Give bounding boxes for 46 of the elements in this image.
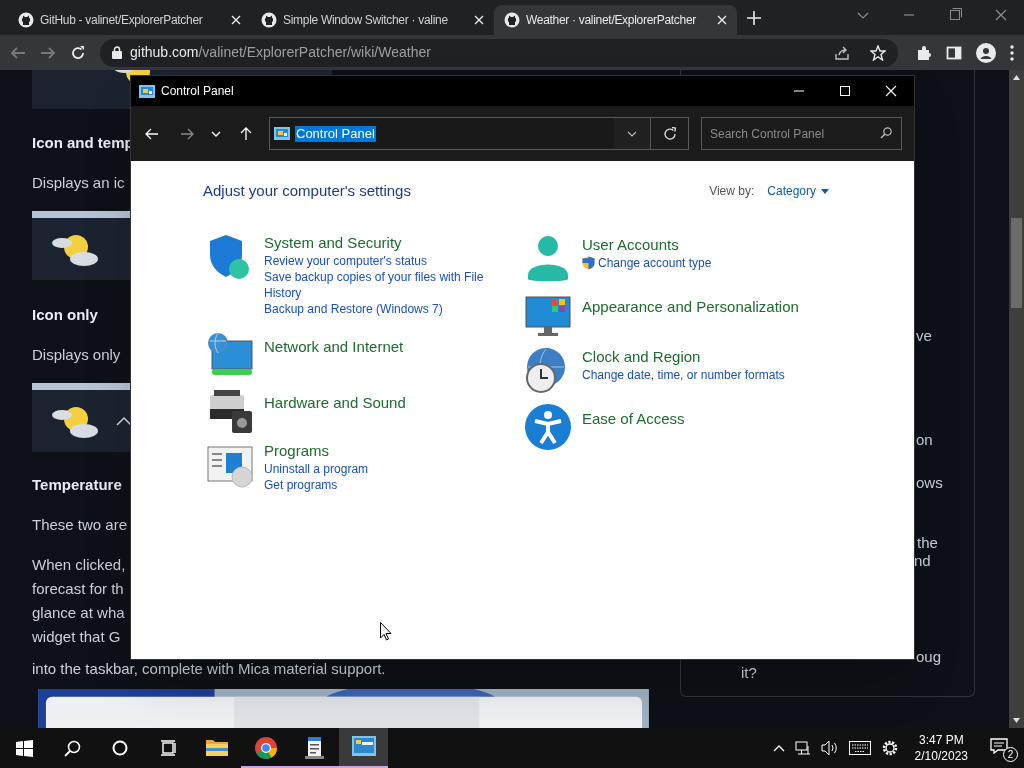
browser-tab[interactable]: Weather · valinet/ExplorerPatcher xyxy=(494,5,737,35)
paragraph-text: the xyxy=(917,533,938,553)
paragraph-text: oug xyxy=(916,647,942,667)
paragraph-text: on xyxy=(916,430,933,450)
page-heading: Adjust your computer's settings xyxy=(203,181,411,201)
task-link[interactable]: Get programs xyxy=(264,477,338,493)
window-title: Control Panel xyxy=(161,83,234,100)
address-field[interactable]: Control Panel xyxy=(269,117,651,150)
search-field[interactable]: Search Control Panel xyxy=(701,117,902,150)
paragraph-text: Displays an ic xyxy=(32,173,125,194)
paragraph-text: it? xyxy=(741,663,757,683)
category-link[interactable]: Appearance and Personalization xyxy=(582,297,799,317)
paragraph-text: Displays only xyxy=(32,345,121,365)
task-link[interactable]: Save backup copies of your files with File History xyxy=(264,269,514,301)
section-heading: Temperature xyxy=(32,474,122,495)
paragraph-text: These two are xyxy=(32,514,128,535)
tab-title: Simple Window Switcher · valine xyxy=(283,12,449,29)
address-bar[interactable]: github.com/valinet/ExplorerPatcher/wiki/Weather xyxy=(100,38,898,67)
notification-count: 2 xyxy=(1003,747,1018,762)
section-heading: Icon only xyxy=(32,305,98,325)
task-link[interactable]: Review your computer's status xyxy=(264,253,428,269)
task-link[interactable]: Backup and Restore (Windows 7) xyxy=(264,301,443,317)
paragraph-text: When clicked, forecast for th glance at wha widget that G into the taskbar, complete with Mica material support. xyxy=(32,554,386,679)
tab-title: Weather · valinet/ExplorerPatcher xyxy=(526,12,697,29)
category-link[interactable]: User Accounts xyxy=(582,235,712,255)
paragraph-text: ve xyxy=(916,326,932,346)
view-by-label: View by: xyxy=(709,183,755,200)
task-link[interactable]: Uninstall a program xyxy=(264,461,369,477)
url-text: github.com/valinet/ExplorerPatcher/wiki/Weather xyxy=(130,43,431,62)
task-link[interactable]: Change account type xyxy=(598,255,712,271)
browser-tab[interactable]: Simple Window Switcher · valine xyxy=(251,5,494,35)
browser-tab[interactable]: GitHub - valinet/ExplorerPatcher xyxy=(8,5,251,35)
category-link[interactable]: System and Security xyxy=(264,233,514,253)
view-by-dropdown[interactable]: Category xyxy=(767,182,829,200)
address-text: Control Panel xyxy=(295,125,376,142)
tab-title: GitHub - valinet/ExplorerPatcher xyxy=(40,12,204,29)
category-link[interactable]: Network and Internet xyxy=(264,337,404,357)
category-link[interactable]: Ease of Access xyxy=(582,409,685,429)
task-link[interactable]: Change date, time, or number formats xyxy=(582,367,785,383)
paragraph-text: ows xyxy=(916,473,943,493)
category-link[interactable]: Programs xyxy=(264,441,369,461)
paragraph-text: nd xyxy=(914,551,931,571)
category-link[interactable]: Clock and Region xyxy=(582,347,785,367)
clock[interactable]: 3:47 PM 2/10/2023 xyxy=(914,732,968,764)
notification-button[interactable]: 2 xyxy=(988,734,1018,762)
category-link[interactable]: Hardware and Sound xyxy=(264,393,406,413)
